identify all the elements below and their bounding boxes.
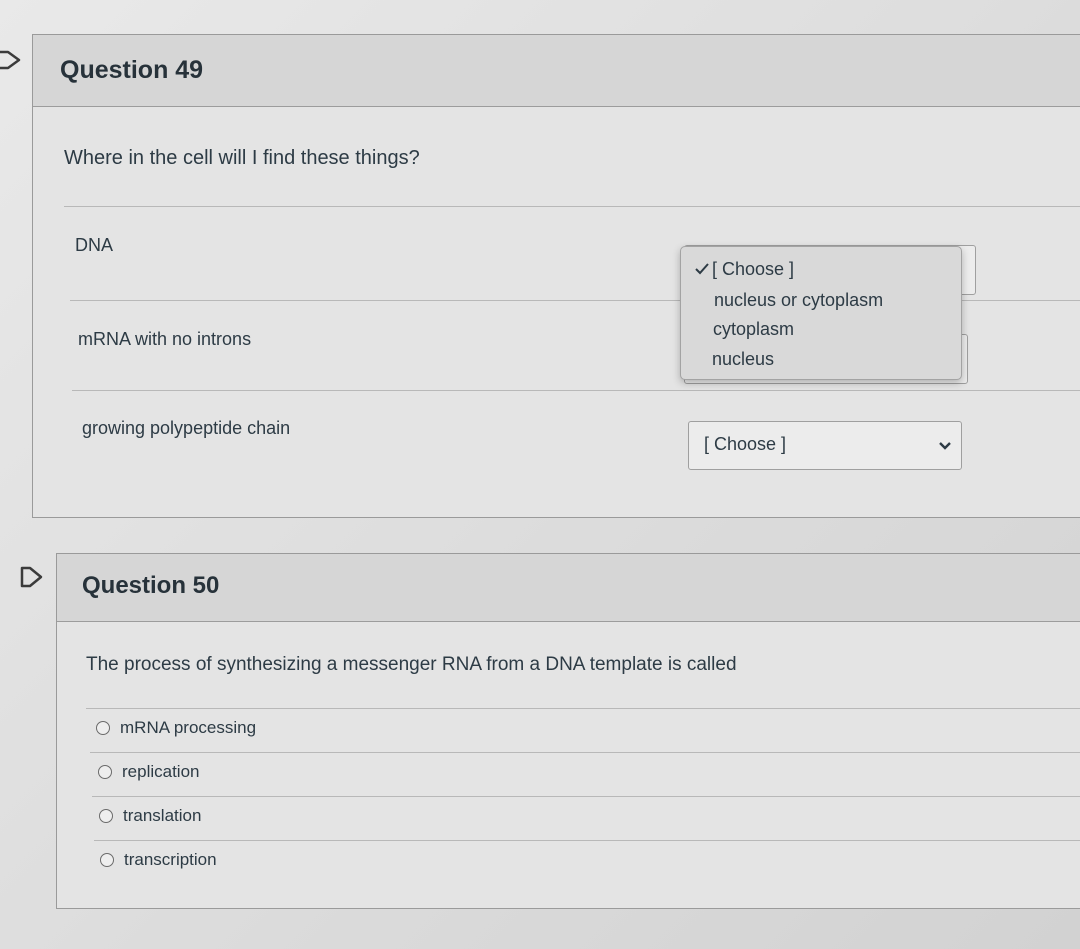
dropdown-option-nucleus[interactable]: nucleus — [712, 349, 774, 370]
divider — [86, 708, 1080, 709]
question-50-title: Question 50 — [82, 572, 220, 599]
answer-option-label: replication — [122, 762, 200, 781]
answer-option-label: transcription — [124, 850, 217, 869]
divider — [72, 390, 1080, 391]
match-row-label: mRNA with no introns — [78, 329, 252, 349]
chevron-down-icon — [938, 437, 952, 458]
select-value: [ Choose ] — [704, 434, 787, 454]
radio-button[interactable] — [98, 765, 112, 779]
checkmark-icon — [695, 263, 709, 275]
dropdown-option-nucleus-or-cytoplasm[interactable]: nucleus or cytoplasm — [714, 290, 883, 311]
flag-icon[interactable] — [0, 48, 22, 72]
divider — [92, 796, 1080, 797]
radio-button[interactable] — [100, 853, 114, 867]
question-50-prompt: The process of synthesizing a messenger … — [86, 654, 737, 675]
dropdown-option-choose[interactable]: [ Choose ] — [695, 259, 794, 280]
question-49-title: Question 49 — [60, 56, 204, 84]
match-row-label: growing polypeptide chain — [82, 418, 291, 438]
answer-select-polypeptide[interactable]: [ Choose ] — [688, 421, 962, 470]
match-row-label: DNA — [75, 235, 114, 255]
question-49-prompt: Where in the cell will I find these thin… — [64, 147, 420, 169]
divider — [90, 752, 1080, 753]
flag-icon[interactable] — [20, 565, 44, 589]
answer-option-label: translation — [123, 806, 202, 825]
radio-button[interactable] — [96, 721, 110, 735]
select-dropdown-menu: [ Choose ] nucleus or cytoplasm cytoplas… — [680, 246, 962, 380]
divider — [94, 840, 1080, 841]
divider — [64, 206, 1080, 207]
dropdown-option-cytoplasm[interactable]: cytoplasm — [713, 319, 794, 340]
radio-button[interactable] — [99, 809, 113, 823]
answer-option-label: mRNA processing — [120, 718, 257, 737]
